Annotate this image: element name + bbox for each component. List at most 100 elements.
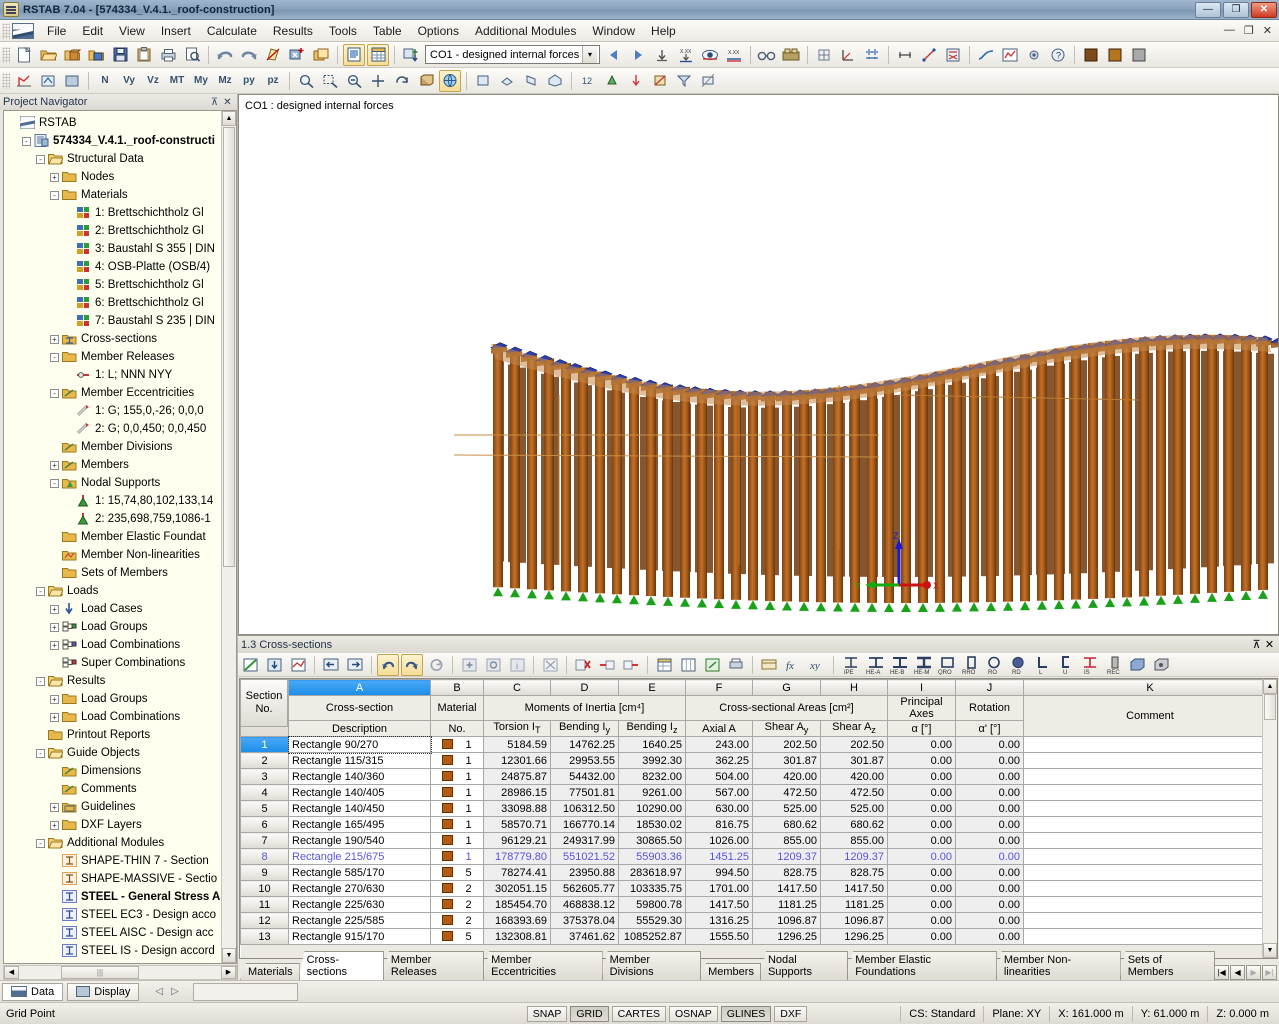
- delete-row-icon[interactable]: [572, 654, 594, 676]
- tree-item[interactable]: -Guide Objects: [8, 744, 236, 762]
- menu-tools[interactable]: Tools: [321, 21, 365, 41]
- cell-bending-iz[interactable]: 59800.78: [619, 897, 686, 913]
- tree-item[interactable]: SHAPE-MASSIVE - Sectio: [8, 870, 236, 888]
- sheet-tab-member-divisions[interactable]: Member Divisions: [602, 951, 701, 980]
- tree-item[interactable]: Member Divisions: [8, 438, 236, 456]
- view-side-icon[interactable]: [520, 70, 542, 92]
- menu-results[interactable]: Results: [265, 21, 321, 41]
- cell-alpha[interactable]: 0.00: [888, 881, 956, 897]
- module-concrete-icon[interactable]: [1128, 44, 1150, 66]
- pan-icon[interactable]: [367, 70, 389, 92]
- cell-torsion-it[interactable]: 5184.59: [484, 737, 551, 753]
- row-number-cell[interactable]: 11: [241, 897, 289, 913]
- cell-bending-iz[interactable]: 18530.02: [619, 817, 686, 833]
- open-folder-icon[interactable]: [37, 44, 59, 66]
- table-row[interactable]: 8Rectangle 215/6751178779.80551021.52559…: [241, 849, 1277, 865]
- cell-description[interactable]: Rectangle 140/405: [289, 785, 431, 801]
- rotation-pz-icon[interactable]: pz: [262, 70, 284, 92]
- table-row[interactable]: 12Rectangle 225/5852168393.69375378.0455…: [241, 913, 1277, 929]
- cell-axial-a[interactable]: 630.00: [686, 801, 753, 817]
- profile-custom-icon[interactable]: [1127, 654, 1149, 676]
- navigator-hscrollbar[interactable]: ◀ ||| ▶: [3, 965, 237, 980]
- cell-alpha[interactable]: 0.00: [888, 753, 956, 769]
- cell-alpha[interactable]: 0.00: [888, 737, 956, 753]
- cell-shear-ay[interactable]: 828.75: [753, 865, 821, 881]
- tree-item[interactable]: -Additional Modules: [8, 834, 236, 852]
- cell-alpha[interactable]: 0.00: [888, 865, 956, 881]
- insert-row-before-icon[interactable]: [596, 654, 618, 676]
- tree-item[interactable]: -Nodal Supports: [8, 474, 236, 492]
- mdi-restore-button[interactable]: ❐: [1241, 24, 1257, 37]
- cell-description[interactable]: Rectangle 215/675: [289, 849, 431, 865]
- row-number-cell[interactable]: 2: [241, 753, 289, 769]
- cell-axial-a[interactable]: 1701.00: [686, 881, 753, 897]
- next-loadcase-icon[interactable]: [627, 44, 649, 66]
- cell-axial-a[interactable]: 816.75: [686, 817, 753, 833]
- tree-item[interactable]: -Results: [8, 672, 236, 690]
- deformation-icon[interactable]: [975, 44, 997, 66]
- tree-expand-icon[interactable]: +: [50, 335, 59, 344]
- tree-item[interactable]: -Structural Data: [8, 150, 236, 168]
- tree-collapse-icon[interactable]: -: [36, 587, 45, 596]
- tree-item[interactable]: +DXF Layers: [8, 816, 236, 834]
- load-case-combobox[interactable]: CO1 - designed internal forces ▾: [425, 45, 600, 64]
- cell-axial-a[interactable]: 1316.25: [686, 913, 753, 929]
- cell-alpha-prime[interactable]: 0.00: [956, 801, 1024, 817]
- col-letter-h[interactable]: H: [821, 680, 888, 696]
- bottom-tab-data[interactable]: Data: [2, 983, 63, 1001]
- tree-item[interactable]: +Load Groups: [8, 618, 236, 636]
- status-toggle-snap[interactable]: SNAP: [527, 1006, 568, 1022]
- tree-item[interactable]: +Members: [8, 456, 236, 474]
- table-row[interactable]: 3Rectangle 140/360124875.8754432.008232.…: [241, 769, 1277, 785]
- tree-item[interactable]: +Cross-sections: [8, 330, 236, 348]
- tree-item[interactable]: +Load Groups: [8, 690, 236, 708]
- tree-item[interactable]: 1: 15,74,80,102,133,14: [8, 492, 236, 510]
- row-number-cell[interactable]: 12: [241, 913, 289, 929]
- cell-bending-iz[interactable]: 8232.00: [619, 769, 686, 785]
- cell-torsion-it[interactable]: 33098.88: [484, 801, 551, 817]
- cell-alpha-prime[interactable]: 0.00: [956, 897, 1024, 913]
- cell-axial-a[interactable]: 1555.50: [686, 929, 753, 945]
- navigator-tree[interactable]: RSTAB-574334_V.4.1._roof-constructi-Stru…: [3, 110, 237, 964]
- cell-shear-ay[interactable]: 301.87: [753, 753, 821, 769]
- cell-bending-iy[interactable]: 54432.00: [551, 769, 619, 785]
- cell-bending-iz[interactable]: 9261.00: [619, 785, 686, 801]
- cell-bending-iy[interactable]: 29953.55: [551, 753, 619, 769]
- table-row[interactable]: 1Rectangle 90/27015184.5914762.251640.25…: [241, 737, 1277, 753]
- sheet-tab-members[interactable]: Members: [700, 963, 761, 980]
- sheet-first-button[interactable]: |◀: [1214, 965, 1229, 980]
- row-number-cell[interactable]: 4: [241, 785, 289, 801]
- tree-item[interactable]: Super Combinations: [8, 654, 236, 672]
- tree-item[interactable]: -574334_V.4.1._roof-constructi: [8, 132, 236, 150]
- cell-axial-a[interactable]: 243.00: [686, 737, 753, 753]
- cell-shear-ay[interactable]: 1181.25: [753, 897, 821, 913]
- tree-collapse-icon[interactable]: -: [36, 155, 45, 164]
- cell-shear-ay[interactable]: 202.50: [753, 737, 821, 753]
- profile-rro-icon[interactable]: RRO: [959, 654, 981, 676]
- cell-shear-az[interactable]: 1209.37: [821, 849, 888, 865]
- load-display-icon[interactable]: [625, 70, 647, 92]
- table-row[interactable]: 4Rectangle 140/405128986.1577501.819261.…: [241, 785, 1277, 801]
- cell-alpha[interactable]: 0.00: [888, 817, 956, 833]
- cell-description[interactable]: Rectangle 115/315: [289, 753, 431, 769]
- col-letter-a[interactable]: A: [289, 680, 431, 696]
- menu-insert[interactable]: Insert: [153, 21, 199, 41]
- add-row-icon[interactable]: [458, 654, 480, 676]
- cell-description[interactable]: Rectangle 190/540: [289, 833, 431, 849]
- tree-collapse-icon[interactable]: -: [36, 677, 45, 686]
- cell-torsion-it[interactable]: 28986.15: [484, 785, 551, 801]
- cell-material-no[interactable]: 2: [431, 881, 484, 897]
- tree-collapse-icon[interactable]: -: [50, 191, 59, 200]
- cell-alpha-prime[interactable]: 0.00: [956, 785, 1024, 801]
- table-row[interactable]: 6Rectangle 165/495158570.71166770.141853…: [241, 817, 1277, 833]
- tree-collapse-icon[interactable]: -: [50, 389, 59, 398]
- cross-sections-grid[interactable]: A B C D E F G H I J K: [239, 678, 1278, 959]
- close-button[interactable]: ✕: [1251, 2, 1277, 18]
- cell-comment[interactable]: [1024, 753, 1277, 769]
- cell-comment[interactable]: [1024, 865, 1277, 881]
- tree-item[interactable]: +Load Combinations: [8, 708, 236, 726]
- table-print-icon[interactable]: [725, 654, 747, 676]
- cell-shear-az[interactable]: 1181.25: [821, 897, 888, 913]
- tree-expand-icon[interactable]: +: [50, 461, 59, 470]
- cell-comment[interactable]: [1024, 849, 1277, 865]
